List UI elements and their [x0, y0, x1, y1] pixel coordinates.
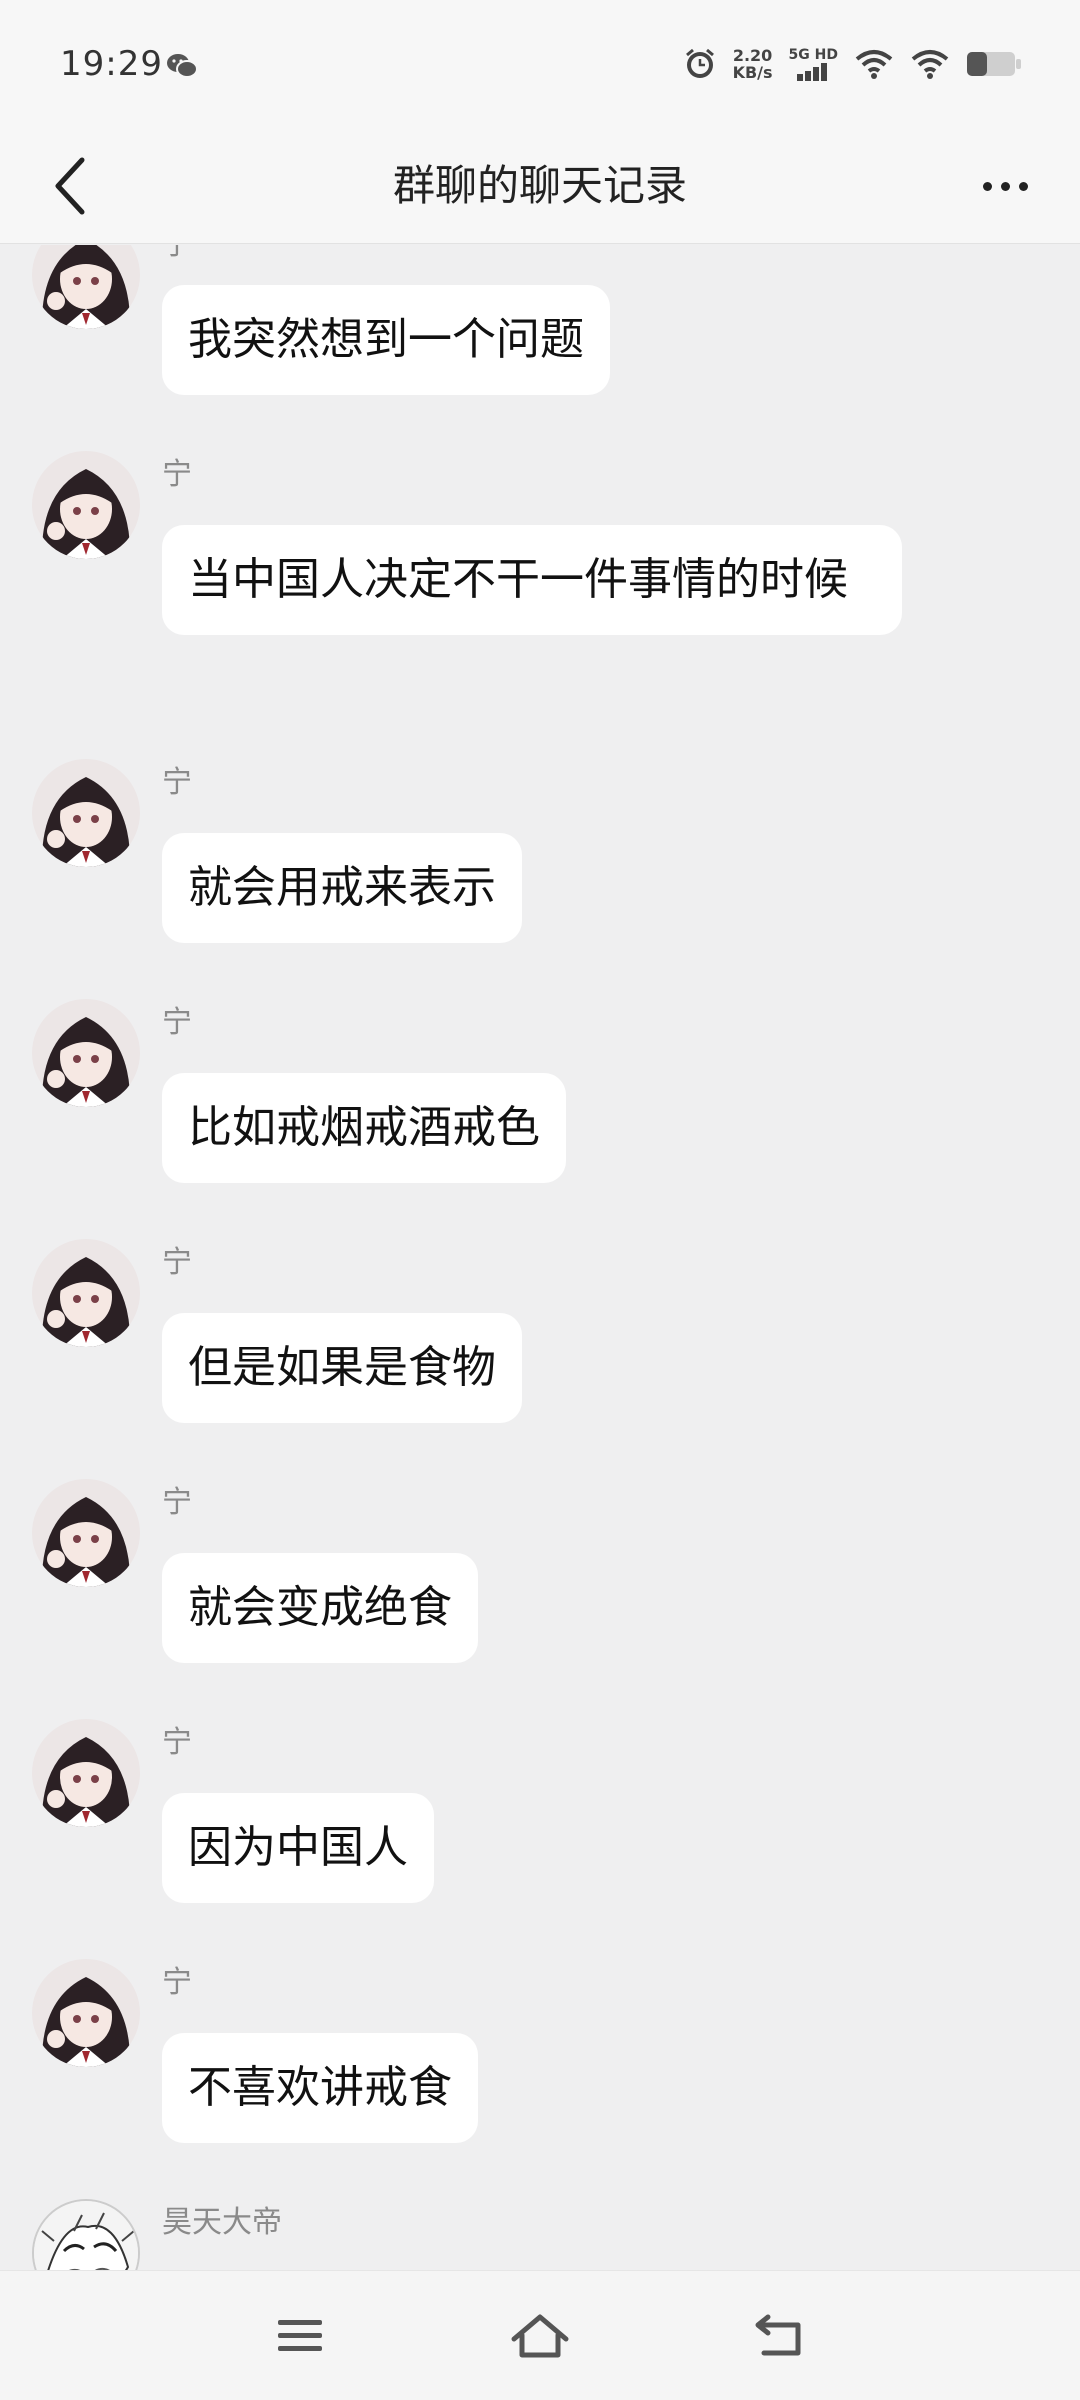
message-bubble[interactable]: 就会变成绝食 [162, 1553, 478, 1663]
home-icon [511, 2314, 569, 2358]
sender-name: 昊天大帝 [162, 2205, 282, 2240]
network-speed: 2.20 KB/s [733, 47, 773, 81]
avatar-anime-girl-image [32, 1959, 140, 2067]
wechat-icon [167, 54, 198, 78]
message-bubble[interactable]: 因为中国人 [162, 1793, 434, 1903]
avatar-anime-girl-image [32, 1239, 140, 1347]
avatar-anime-girl-image [32, 1719, 140, 1827]
sender-name: 宁 [162, 245, 192, 265]
message-bubble[interactable]: 不喜欢讲戒食 [162, 2033, 478, 2143]
more-dot [982, 181, 992, 191]
more-dot [1018, 181, 1028, 191]
message-bubble[interactable]: 比如戒烟戒酒戒色 [162, 1073, 566, 1183]
sender-name: 宁 [162, 1245, 192, 1280]
network-type: 5G HD [788, 46, 838, 81]
page-title: 群聊的聊天记录 [392, 161, 687, 210]
status-icons: 2.20 KB/s 5G HD [683, 44, 1022, 84]
avatar-anime-girl-image [32, 999, 140, 1107]
message-bubble[interactable]: 我突然想到一个问题 [162, 285, 610, 395]
wifi-icon [855, 50, 893, 79]
sender-name: 宁 [162, 1965, 192, 2000]
menu-icon [278, 2320, 322, 2351]
avatar[interactable] [32, 759, 140, 867]
avatar-anime-girl-image [32, 245, 140, 329]
avatar[interactable] [32, 451, 140, 559]
network-type-label: 5G HD [788, 46, 838, 63]
message-bubble[interactable]: 就会用戒来表示 [162, 833, 522, 943]
sender-name: 宁 [162, 457, 192, 492]
sender-name: 宁 [162, 765, 192, 800]
avatar-anime-girl-image [32, 451, 140, 559]
avatar-sketch-image [34, 2201, 138, 2270]
avatar[interactable] [32, 1959, 140, 2067]
message-bubble[interactable]: 但是如果是食物 [162, 1313, 522, 1423]
network-speed-unit: KB/s [732, 63, 773, 82]
avatar[interactable] [32, 2199, 140, 2270]
return-button[interactable] [740, 2301, 820, 2371]
system-navigation-bar [0, 2270, 1080, 2400]
more-dot [1000, 181, 1010, 191]
network-speed-value: 2.20 [732, 46, 773, 65]
avatar[interactable] [32, 1479, 140, 1587]
avatar[interactable] [32, 1239, 140, 1347]
more-button[interactable] [960, 146, 1050, 226]
home-button[interactable] [500, 2301, 580, 2371]
avatar[interactable] [32, 1719, 140, 1827]
menu-button[interactable] [260, 2301, 340, 2371]
sender-name: 宁 [162, 1485, 192, 1520]
avatar-anime-girl-image [32, 759, 140, 867]
return-icon [755, 2314, 801, 2356]
avatar[interactable] [32, 245, 140, 329]
chat-message-list[interactable]: 宁 我突然想到一个问题 宁 当中国人决定不干一件事情的时候 [0, 245, 1080, 2270]
wifi-icon-secondary [911, 50, 949, 79]
sender-name: 宁 [162, 1005, 192, 1040]
avatar-anime-girl-image [32, 1479, 140, 1587]
avatar[interactable] [32, 999, 140, 1107]
status-time: 19:29 [60, 44, 163, 84]
message-bubble[interactable]: 当中国人决定不干一件事情的时候 [162, 525, 902, 635]
sender-name: 宁 [162, 1725, 192, 1760]
status-bar: 19:29 2.20 KB/s 5G HD [0, 0, 1080, 128]
title-bar: 群聊的聊天记录 [0, 128, 1080, 244]
signal-bars-icon [797, 62, 828, 81]
alarm-icon [685, 48, 714, 78]
battery-icon [967, 52, 1021, 76]
